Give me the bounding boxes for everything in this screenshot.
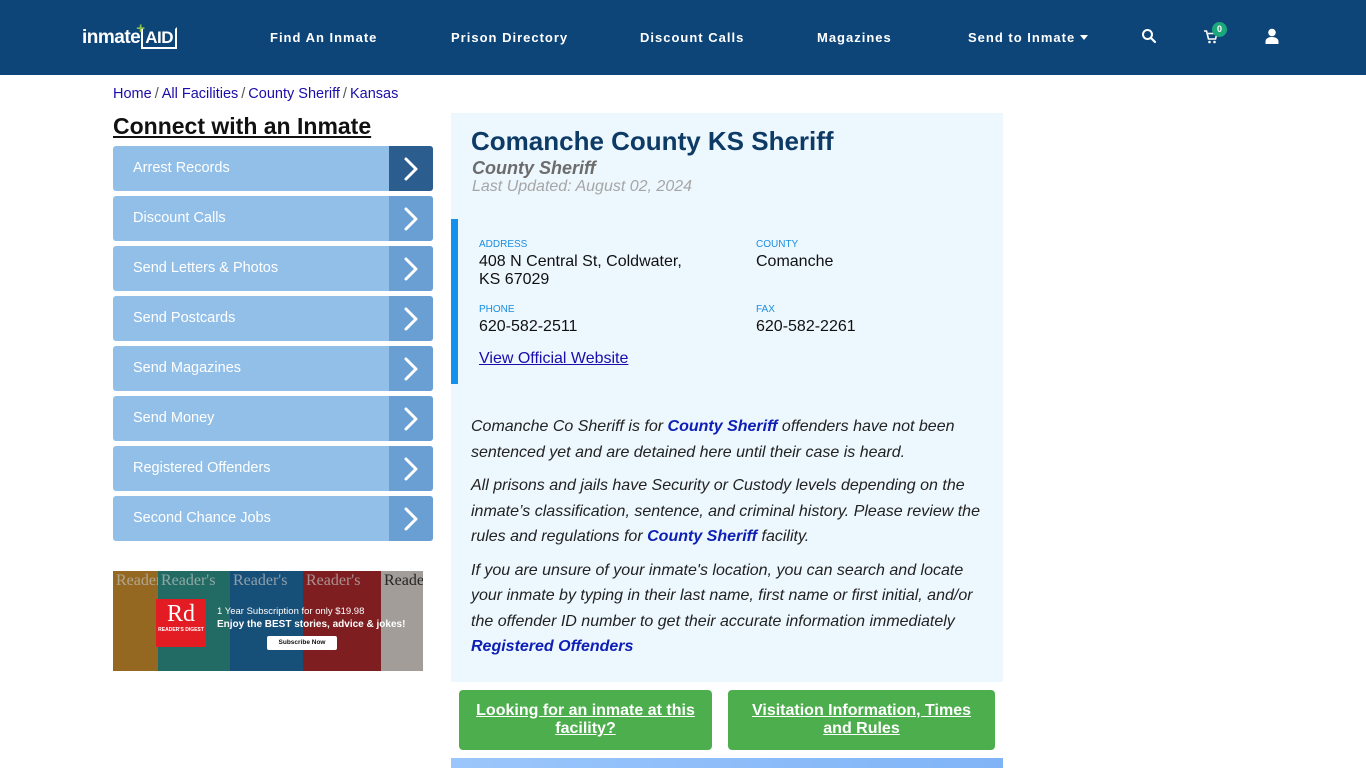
sidebar-item-label: Discount Calls [133, 210, 226, 226]
logo-text: inmate [82, 27, 141, 48]
nav-find-an-inmate[interactable]: Find An Inmate [270, 30, 377, 45]
sidebar-item-send-magazines[interactable]: Send Magazines [113, 346, 433, 391]
find-inmate-at-facility-button[interactable]: Looking for an inmate at this facility? [459, 690, 712, 750]
description-paragraph: Comanche Co Sheriff is for County Sherif… [471, 418, 955, 461]
sidebar-item-send-letters-photos[interactable]: Send Letters & Photos [113, 246, 433, 291]
last-updated: Last Updated: August 02, 2024 [472, 178, 693, 195]
official-website-link[interactable]: View Official Website [479, 350, 628, 368]
chevron-right-icon [389, 196, 433, 241]
sidebar-item-send-money[interactable]: Send Money [113, 396, 433, 441]
chevron-right-icon [389, 396, 433, 441]
sidebar-item-label: Second Chance Jobs [133, 510, 271, 526]
next-section-banner [451, 758, 1003, 768]
sidebar-item-second-chance-jobs[interactable]: Second Chance Jobs [113, 496, 433, 541]
sidebar-item-label: Send Letters & Photos [133, 260, 279, 276]
sidebar-menu: Arrest Records Discount Calls Send Lette… [113, 146, 433, 546]
breadcrumb-separator: / [241, 86, 246, 102]
nav-send-to-inmate[interactable]: Send to Inmate [968, 30, 1089, 45]
description-paragraph: If you are unsure of your inmate's locat… [471, 561, 973, 656]
readers-digest-ad[interactable]: Reader's Reader's Reader's Reader's Read… [113, 571, 423, 671]
nav-magazines[interactable]: Magazines [817, 30, 892, 45]
connect-heading: Connect with an Inmate [113, 113, 372, 139]
logo-accent: + AID [136, 20, 178, 49]
rd-brand-name: READER'S DIGEST [158, 627, 204, 633]
sidebar-item-label: Registered Offenders [133, 460, 271, 476]
phone-value[interactable]: 620-582-2511 [479, 318, 577, 336]
breadcrumb: Home / All Facilities / County Sheriff / Kansa… [113, 86, 398, 102]
breadcrumb-all-facilities[interactable]: All Facilities [162, 86, 239, 102]
facility-description: Comanche Co Sheriff is for County Sherif… [471, 414, 986, 668]
chevron-right-icon [389, 446, 433, 491]
subscribe-now-button[interactable]: Subscribe Now [267, 636, 337, 650]
chevron-right-icon [389, 146, 433, 191]
plus-icon: + [136, 20, 145, 37]
county-sheriff-link[interactable]: County Sheriff [647, 528, 757, 545]
ad-offer-text: 1 Year Subscription for only $19.98 [217, 606, 365, 617]
sidebar-item-arrest-records[interactable]: Arrest Records [113, 146, 433, 191]
county-label: COUNTY [756, 239, 799, 250]
breadcrumb-home[interactable]: Home [113, 86, 152, 102]
nav-discount-calls[interactable]: Discount Calls [640, 30, 744, 45]
fax-label: FAX [756, 304, 775, 315]
sidebar-item-label: Send Money [133, 410, 215, 426]
facility-type: County Sheriff [472, 158, 596, 178]
sidebar-item-label: Arrest Records [133, 160, 230, 176]
facility-info-box: ADDRESS 408 N Central St, Coldwater, KS … [451, 219, 1003, 384]
chevron-right-icon [389, 346, 433, 391]
sidebar-item-label: Send Postcards [133, 310, 236, 326]
chevron-right-icon [389, 246, 433, 291]
breadcrumb-kansas[interactable]: Kansas [350, 86, 398, 102]
caret-down-icon [1080, 35, 1089, 40]
nav-prison-directory[interactable]: Prison Directory [451, 30, 568, 45]
sidebar-item-label: Send Magazines [133, 360, 242, 376]
search-icon[interactable] [1141, 28, 1159, 46]
ad-tagline: Enjoy the BEST stories, advice & jokes! [217, 619, 406, 630]
readers-digest-logo: Rd READER'S DIGEST [156, 599, 206, 647]
top-navbar: inmate + AID Find An Inmate Prison Direct… [0, 0, 1366, 75]
user-icon[interactable] [1265, 28, 1283, 46]
chevron-right-icon [389, 496, 433, 541]
description-paragraph: All prisons and jails have Security or C… [471, 477, 980, 545]
phone-label: PHONE [479, 304, 515, 315]
sidebar-item-send-postcards[interactable]: Send Postcards [113, 296, 433, 341]
sidebar-item-registered-offenders[interactable]: Registered Offenders [113, 446, 433, 491]
address-line1: 408 N Central St, Coldwater, [479, 253, 682, 270]
facility-panel: Comanche County KS Sheriff County Sherif… [451, 113, 1003, 682]
sidebar-item-discount-calls[interactable]: Discount Calls [113, 196, 433, 241]
logo-accent-text: AID [145, 28, 174, 47]
fax-value: 620-582-2261 [756, 318, 856, 335]
inmateaid-logo[interactable]: inmate + AID [82, 20, 178, 50]
registered-offenders-link[interactable]: Registered Offenders [471, 638, 633, 655]
chevron-right-icon [389, 296, 433, 341]
county-sheriff-link[interactable]: County Sheriff [668, 418, 778, 435]
cart-count-badge: 0 [1212, 22, 1227, 37]
address-line2: KS 67029 [479, 271, 550, 288]
visitation-info-button[interactable]: Visitation Information, Times and Rules [728, 690, 995, 750]
breadcrumb-county-sheriff[interactable]: County Sheriff [248, 86, 340, 102]
breadcrumb-separator: / [342, 86, 347, 102]
breadcrumb-separator: / [154, 86, 159, 102]
county-value: Comanche [756, 253, 834, 270]
facility-title: Comanche County KS Sheriff [471, 126, 834, 156]
rd-logo-text: Rd [166, 601, 195, 627]
nav-send-to-inmate-label: Send to Inmate [968, 30, 1076, 45]
address-label: ADDRESS [479, 239, 528, 250]
